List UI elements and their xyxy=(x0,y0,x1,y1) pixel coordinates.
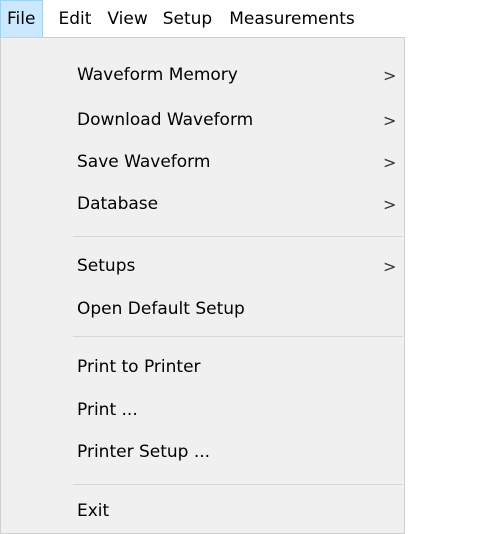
menu-item-print-to-printer[interactable]: Print to Printer xyxy=(1,347,404,387)
menu-item-printer-setup[interactable]: Printer Setup ... xyxy=(1,432,404,472)
menu-item-label: Setups xyxy=(77,256,136,276)
menu-item-label: Print ... xyxy=(77,400,138,420)
menu-measurements[interactable]: Measurements xyxy=(220,0,363,37)
menu-file-label: File xyxy=(7,9,36,29)
menu-setup-label: Setup xyxy=(162,8,213,29)
menu-item-save-waveform[interactable]: Save Waveform > xyxy=(1,142,404,182)
menu-separator xyxy=(73,236,403,237)
menu-item-download-waveform[interactable]: Download Waveform > xyxy=(1,100,404,140)
menu-item-label: Printer Setup ... xyxy=(77,442,211,462)
submenu-arrow-icon: > xyxy=(383,256,397,276)
menu-item-label: Open Default Setup xyxy=(77,299,245,319)
menu-separator xyxy=(73,336,403,337)
menu-bar: File Edit View Setup Measurements xyxy=(0,0,480,37)
menu-item-database[interactable]: Database > xyxy=(1,184,404,224)
menu-item-print[interactable]: Print ... xyxy=(1,390,404,430)
menu-view[interactable]: View xyxy=(99,0,155,37)
file-dropdown-menu: Waveform Memory > Download Waveform > Sa… xyxy=(0,37,405,534)
menu-separator xyxy=(73,484,403,485)
menu-item-label: Download Waveform xyxy=(77,110,254,130)
menu-item-label: Print to Printer xyxy=(77,357,201,377)
menu-item-exit[interactable]: Exit xyxy=(1,491,404,531)
menu-view-label: View xyxy=(107,8,148,29)
menu-item-label: Database xyxy=(77,194,159,214)
menu-file[interactable]: File xyxy=(0,0,44,37)
submenu-arrow-icon: > xyxy=(383,110,397,130)
menu-edit[interactable]: Edit xyxy=(43,0,99,37)
submenu-arrow-icon: > xyxy=(383,65,397,85)
menu-measurements-label: Measurements xyxy=(229,8,355,29)
submenu-arrow-icon: > xyxy=(383,194,397,214)
menu-item-open-default-setup[interactable]: Open Default Setup xyxy=(1,289,404,329)
menu-edit-label: Edit xyxy=(58,8,92,29)
submenu-arrow-icon: > xyxy=(383,152,397,172)
menu-item-setups[interactable]: Setups > xyxy=(1,246,404,286)
menu-item-waveform-memory[interactable]: Waveform Memory > xyxy=(1,55,404,95)
menu-item-label: Save Waveform xyxy=(77,152,211,172)
menu-item-label: Waveform Memory xyxy=(77,65,238,85)
menu-item-label: Exit xyxy=(77,501,110,521)
menu-setup[interactable]: Setup xyxy=(156,0,220,37)
